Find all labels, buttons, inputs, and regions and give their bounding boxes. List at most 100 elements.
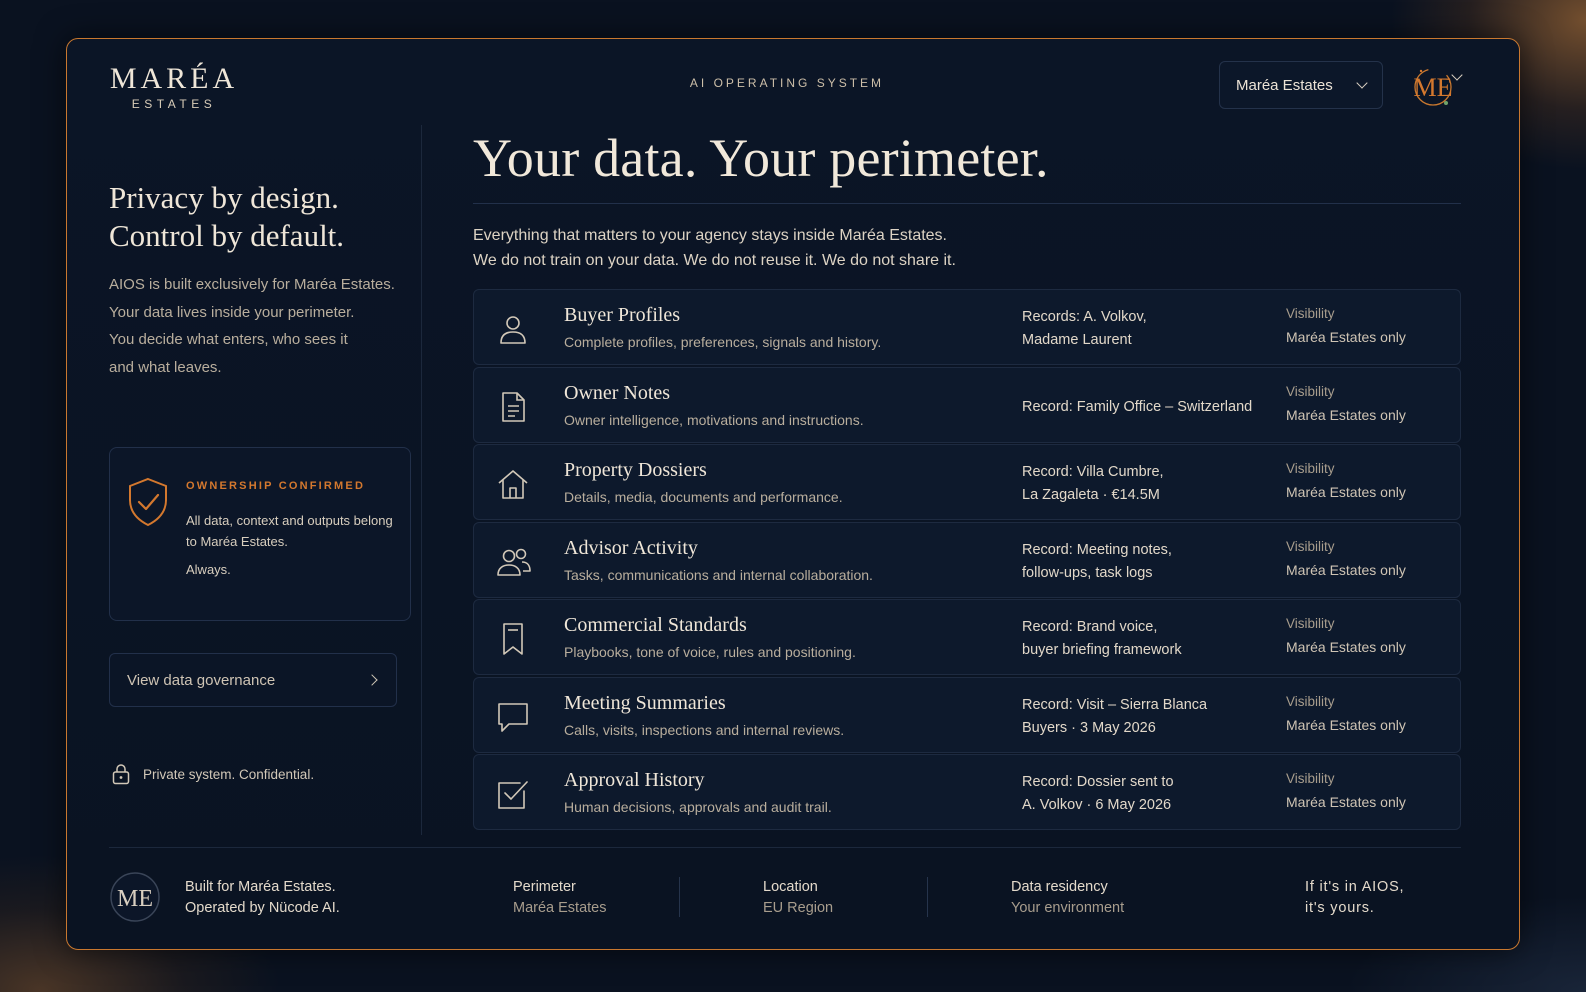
footer-built-line2: Operated by Nücode AI. [185, 900, 340, 916]
list-item-approval-history[interactable]: Approval History Human decisions, approv… [473, 754, 1461, 830]
column-divider [421, 125, 422, 835]
row-visibility-value: Maréa Estates only [1286, 406, 1406, 423]
bookmark-icon [496, 622, 530, 656]
row-record-line2: A. Volkov · 6 May 2026 [1022, 797, 1172, 813]
privacy-description: AIOS is built exclusively for Maréa Esta… [109, 271, 409, 381]
checkbox-icon [496, 777, 530, 811]
footer-residency-value: Your environment [1011, 900, 1125, 916]
footer-divider-v [679, 877, 680, 917]
account-select[interactable]: Maréa Estates [1219, 61, 1383, 109]
footer-perimeter-value: Maréa Estates [513, 900, 607, 916]
privacy-desc-line: You decide what enters, who sees it [109, 331, 348, 348]
row-visibility-label: Visibility [1286, 538, 1335, 554]
row-name: Approval History [564, 769, 705, 791]
row-name: Meeting Summaries [564, 691, 726, 714]
row-record: Record: Meeting notes, follow-ups, task … [1022, 539, 1272, 585]
shield-check-icon [126, 476, 170, 528]
data-category-list: Buyer Profiles Complete profiles, prefer… [473, 289, 1461, 832]
row-visibility-label: Visibility [1286, 383, 1335, 399]
privacy-heading-line1: Privacy by design. [109, 180, 339, 215]
row-visibility-label: Visibility [1286, 771, 1335, 786]
footer-location-label: Location [763, 879, 818, 895]
list-item-commercial-standards[interactable]: Commercial Standards Playbooks, tone of … [473, 599, 1461, 675]
avatar-menu-toggle[interactable] [1451, 69, 1463, 81]
os-label-text: AI OPERATING SYSTEM [689, 76, 885, 90]
row-desc: Details, media, documents and performanc… [564, 489, 843, 505]
row-record-line1: Record: Family Office – Switzerland [1022, 398, 1253, 415]
row-record-line1: Records: A. Volkov, [1022, 309, 1147, 325]
account-name: Maréa Estates [1236, 76, 1333, 94]
avatar-initials: ME [1414, 73, 1453, 102]
footer-divider-v [927, 877, 928, 917]
row-record: Record: Family Office – Switzerland [1022, 396, 1282, 419]
page-title: Your data. Your perimeter. [473, 128, 1049, 188]
footer-location-value: EU Region [763, 900, 834, 916]
list-item-meeting-summaries[interactable]: Meeting Summaries Calls, visits, inspect… [473, 676, 1461, 753]
row-desc: Human decisions, approvals and audit tra… [564, 799, 832, 815]
row-desc: Owner intelligence, motivations and inst… [564, 411, 864, 428]
row-desc: Calls, visits, inspections and internal … [564, 721, 845, 738]
row-visibility-label: Visibility [1286, 461, 1335, 476]
page-desc-line2: We do not train on your data. We do not … [473, 252, 956, 269]
privacy-desc-line: Your data lives inside your perimeter. [109, 303, 355, 321]
private-note: Private system. Confidential. [111, 763, 314, 785]
row-record-line2: Madame Laurent [1022, 332, 1132, 348]
row-record: Records: A. Volkov, Madame Laurent [1022, 306, 1272, 352]
row-name: Buyer Profiles [564, 304, 681, 326]
row-name: Property Dossiers [564, 459, 707, 481]
row-visibility-value: Maréa Estates only [1286, 639, 1406, 655]
app-window: MARÉA ESTATES AI OPERATING SYSTEM Maréa … [66, 38, 1520, 950]
document-icon [496, 390, 530, 424]
footer-tagline: If it's in AIOS, it's yours. [1305, 877, 1404, 919]
row-visibility-label: Visibility [1286, 616, 1335, 631]
row-desc: Complete profiles, preferences, signals … [564, 334, 882, 350]
row-visibility-value: Maréa Estates only [1286, 561, 1406, 578]
row-record-line2: La Zagaleta · €14.5M [1022, 487, 1160, 503]
ownership-card: OWNERSHIP CONFIRMED All data, context an… [109, 447, 411, 621]
list-item-owner-notes[interactable]: Owner Notes Owner intelligence, motivati… [473, 366, 1461, 443]
row-record-line1: Record: Visit – Sierra Blanca [1022, 696, 1208, 713]
user-avatar[interactable]: ME [1411, 59, 1455, 111]
row-visibility-value: Maréa Estates only [1286, 716, 1406, 733]
row-visibility-value: Maréa Estates only [1286, 794, 1406, 810]
footer-built-line1: Built for Maréa Estates. [185, 879, 336, 895]
footer-residency: Data residency Your environment [1011, 877, 1124, 919]
privacy-heading-line2: Control by default. [109, 218, 345, 253]
user-icon [496, 312, 530, 346]
list-item-property-dossiers[interactable]: Property Dossiers Details, media, docume… [473, 444, 1461, 520]
privacy-heading: Privacy by design. Control by default. [109, 179, 429, 255]
page-desc-line1: Everything that matters to your agency s… [473, 227, 947, 244]
title-divider [473, 203, 1461, 204]
row-record-line1: Record: Meeting notes, [1022, 541, 1172, 558]
row-record-line2: Buyers · 3 May 2026 [1022, 719, 1156, 736]
chevron-down-icon [1356, 77, 1368, 89]
list-item-buyer-profiles[interactable]: Buyer Profiles Complete profiles, prefer… [473, 289, 1461, 365]
footer-divider [109, 847, 1461, 848]
row-visibility-value: Maréa Estates only [1286, 484, 1406, 500]
row-record-line1: Record: Dossier sent to [1022, 774, 1174, 790]
footer-perimeter-label: Perimeter [513, 879, 576, 895]
row-name: Owner Notes [564, 381, 671, 404]
row-record-line1: Record: Brand voice, [1022, 619, 1158, 635]
page-description: Everything that matters to your agency s… [473, 223, 956, 273]
privacy-desc-line: and what leaves. [109, 358, 222, 376]
chat-icon [496, 700, 530, 734]
row-record-line1: Record: Villa Cumbre, [1022, 464, 1164, 480]
footer-tagline-line1: If it's in AIOS, [1305, 879, 1405, 895]
footer-logo: ME [109, 871, 161, 923]
row-record: Record: Visit – Sierra Blanca Buyers · 3… [1022, 694, 1272, 740]
footer-perimeter: Perimeter Maréa Estates [513, 877, 607, 919]
row-visibility-label: Visibility [1286, 693, 1335, 709]
row-desc: Playbooks, tone of voice, rules and posi… [564, 644, 856, 660]
governance-button-label: View data governance [127, 671, 276, 689]
row-visibility-value: Maréa Estates only [1286, 329, 1406, 345]
row-record: Record: Dossier sent to A. Volkov · 6 Ma… [1022, 771, 1272, 817]
chevron-right-icon [366, 674, 378, 686]
row-desc: Tasks, communications and internal colla… [564, 566, 873, 583]
view-data-governance-button[interactable]: View data governance [109, 653, 397, 707]
ownership-text: All data, context and outputs belong to … [186, 513, 393, 549]
house-icon [496, 467, 530, 501]
ownership-always: Always. [186, 562, 231, 577]
list-item-advisor-activity[interactable]: Advisor Activity Tasks, communications a… [473, 521, 1461, 598]
footer-built: Built for Maréa Estates. Operated by Nüc… [185, 877, 340, 919]
